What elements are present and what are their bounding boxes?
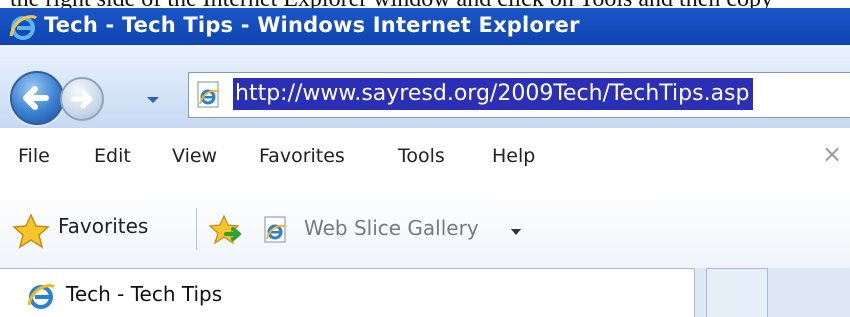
caption-text: the right side of the Internet Explorer … (10, 0, 773, 8)
menu-edit[interactable]: Edit (94, 145, 131, 167)
back-arrow-icon (23, 86, 49, 110)
web-slice-gallery-button[interactable]: Web Slice Gallery (304, 216, 479, 240)
chevron-down-icon[interactable] (510, 228, 522, 236)
menu-tools[interactable]: Tools (398, 145, 445, 167)
title-bar: Tech - Tech Tips - Windows Internet Expl… (0, 8, 850, 45)
tab-strip: Tech - Tech Tips (0, 268, 850, 317)
ie-page-icon (264, 216, 287, 243)
window-title: Tech - Tech Tips - Windows Internet Expl… (44, 13, 580, 37)
address-url[interactable]: http://www.sayresd.org/2009Tech/TechTips… (233, 78, 754, 110)
favorites-separator (196, 208, 197, 250)
menu-help[interactable]: Help (492, 145, 535, 167)
back-button[interactable] (10, 71, 64, 125)
new-tab-button[interactable] (706, 268, 768, 317)
menu-file[interactable]: File (18, 145, 50, 167)
clipped-caption: the right side of the Internet Explorer … (0, 0, 850, 8)
forward-arrow-icon (70, 89, 93, 109)
ie-icon (9, 15, 38, 40)
add-to-favorites-icon[interactable] (208, 214, 244, 248)
navigation-bar: http://www.sayresd.org/2009Tech/TechTips… (0, 45, 850, 128)
address-bar[interactable]: http://www.sayresd.org/2009Tech/TechTips… (188, 72, 850, 118)
ie-icon (27, 284, 56, 309)
menu-favorites[interactable]: Favorites (259, 145, 345, 167)
forward-button[interactable] (60, 77, 104, 121)
star-icon (12, 213, 50, 249)
tab-tech-tips[interactable]: Tech - Tech Tips (0, 268, 695, 317)
favorites-bar: Favorites Web Slice Gallery (0, 188, 850, 268)
ie-page-icon (197, 81, 220, 108)
menu-view[interactable]: View (172, 145, 217, 167)
tab-label: Tech - Tech Tips (66, 282, 223, 306)
menu-bar: File Edit View Favorites Tools Help × (0, 128, 850, 188)
recent-pages-dropdown-icon[interactable] (146, 95, 160, 105)
favorites-button[interactable]: Favorites (58, 214, 148, 238)
close-menu-icon[interactable]: × (822, 140, 842, 168)
